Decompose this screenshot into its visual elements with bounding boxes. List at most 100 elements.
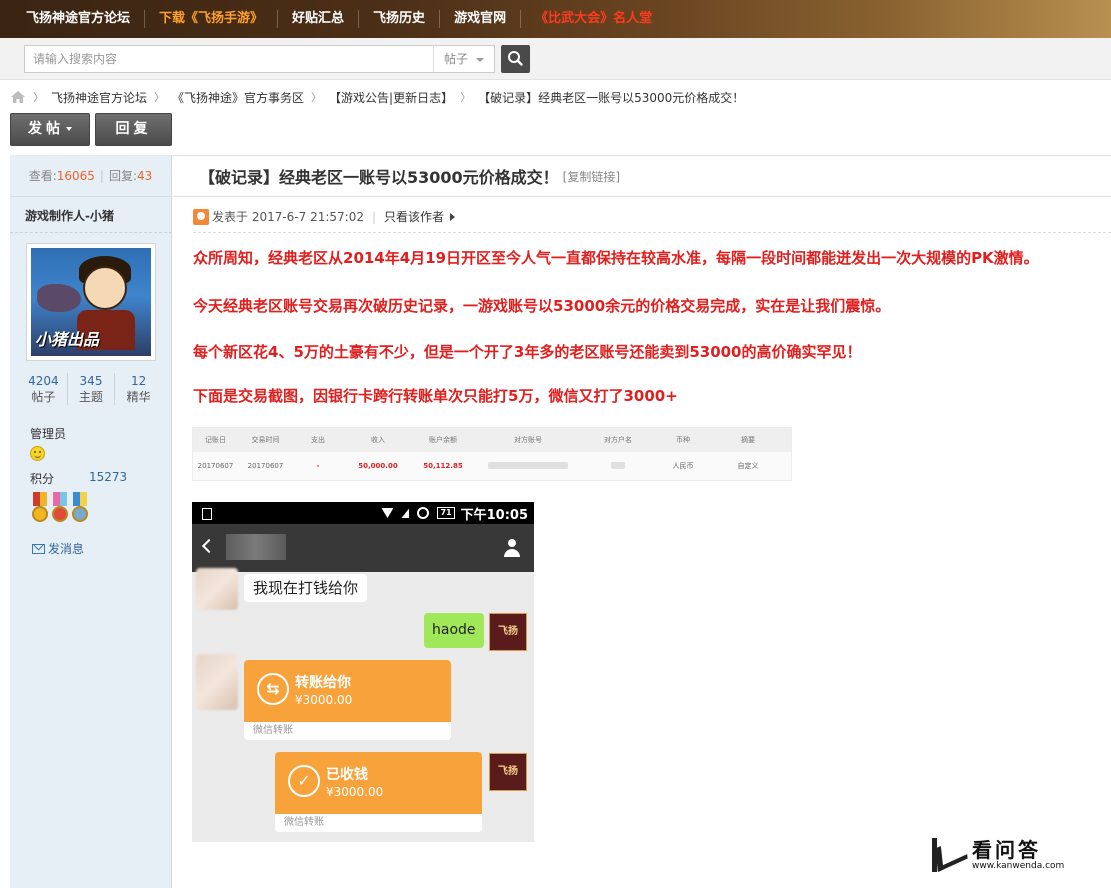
breadcrumb-forum[interactable]: 飞扬神途官方论坛 (51, 89, 147, 106)
breadcrumb-board[interactable]: 【游戏公告|更新日志】 (329, 89, 453, 106)
search-input[interactable]: 请输入搜索内容 (24, 45, 434, 73)
points-label: 积分 (30, 472, 55, 486)
transfer-card: ⇆ 转账给你 ¥3000.00 微信转账 (244, 660, 451, 740)
txn-header-cell: 对方户名 (604, 436, 632, 444)
person-icon (504, 539, 520, 557)
posts-count-cell[interactable]: 4204 帖子 (20, 373, 68, 405)
post-date: 发表于 2017-6-7 21:57:02 (212, 210, 364, 224)
txn-header-cell: 对方账号 (514, 436, 542, 444)
txn-cell: 50,112.85 (423, 462, 463, 470)
post-title-bar: 【破记录】经典老区一账号以53000元价格成交！ [复制链接] (173, 155, 1111, 197)
points-value: 15273 (89, 470, 128, 484)
txn-header-cell: 记账日 (205, 436, 226, 444)
avatar-weapon (37, 284, 81, 312)
transaction-header: 记账日 交易时间 支出 收入 账户余额 对方账号 对方户名 币种 摘要 (193, 428, 791, 452)
notification-icon (202, 508, 212, 520)
avatar[interactable]: 小猪出品 (26, 243, 156, 361)
transaction-row: 20170607 20170607 - 50,000.00 50,112.85 … (193, 452, 791, 480)
meta-divider: | (372, 209, 377, 224)
send-message-label: 发消息 (48, 542, 85, 556)
breadcrumb-separator: 〉 (311, 91, 323, 104)
post-paragraph: 下面是交易截图，因银行卡跨行转账单次只能打5万，微信又打了3000+ (193, 387, 678, 405)
topics-count-label: 主题 (79, 390, 104, 404)
watermark-text: 看问答 www.kanwenda.com (972, 839, 1064, 871)
envelope-icon (32, 543, 45, 554)
received-footer: 微信转账 (284, 817, 324, 828)
transfer-title: 转账给你 (295, 675, 351, 691)
game-avatar: 飞扬 (489, 613, 527, 651)
post-paragraph: 众所周知，经典老区从2014年4月19日开区至今人气一直都保持在较高水准，每隔一… (193, 249, 1039, 267)
breadcrumb-section[interactable]: 《飞扬神途》官方事务区 (172, 89, 304, 106)
author-name[interactable]: 游戏制作人-小猪 (25, 207, 114, 224)
copy-link-button[interactable]: [复制链接] (563, 168, 620, 185)
txn-cell: 人民币 (672, 462, 694, 470)
check-icon: ✓ (288, 765, 320, 797)
phone-time: 下午10:05 (460, 507, 528, 523)
medal-icon[interactable] (70, 492, 90, 526)
views-label: 查看: (28, 169, 57, 183)
watermark-title: 看问答 (972, 838, 1041, 862)
medal-icon[interactable] (50, 492, 70, 526)
search-type-select[interactable]: 帖子 (433, 45, 495, 73)
medal-icon[interactable] (30, 492, 50, 526)
transaction-record-image: 记账日 交易时间 支出 收入 账户余额 对方账号 对方户名 币种 摘要 2017… (192, 427, 792, 481)
author-sidebar: 查看: 16065 | 回复: 43 游戏制作人-小猪 小猪出品 4204 帖子… (10, 155, 172, 888)
watermark-logo-icon (928, 836, 964, 874)
txn-header-cell: 收入 (371, 436, 385, 444)
post-body: 【破记录】经典老区一账号以53000元价格成交！ [复制链接] 发表于 2017… (173, 155, 1111, 888)
nav-official-site[interactable]: 游戏官网 (440, 10, 522, 28)
search-button[interactable] (501, 45, 530, 73)
avatar-image: 小猪出品 (31, 248, 151, 356)
home-icon[interactable] (10, 90, 26, 104)
phone-status-bar: 71 下午10:05 (192, 502, 534, 524)
nav-download-mobile[interactable]: 下载《飞扬手游》 (145, 10, 279, 28)
medals (30, 492, 90, 526)
mute-icon (417, 507, 430, 519)
outgoing-message: haode (424, 613, 484, 648)
new-post-button[interactable]: 发帖 (10, 113, 90, 146)
digest-count-cell[interactable]: 12 精华 (115, 373, 162, 405)
posts-count-label: 帖子 (31, 390, 56, 404)
nav-history[interactable]: 飞扬历史 (359, 10, 441, 28)
wechat-screenshot: 71 下午10:05 我现在打钱给你 haode 飞扬 ⇆ 转账给你 ¥3000… (192, 502, 534, 842)
only-author-link[interactable]: 只看该作者 (384, 208, 444, 225)
breadcrumb-separator: 〉 (154, 91, 166, 104)
reply-button[interactable]: 回复 (95, 113, 172, 146)
author-counts: 4204 帖子 345 主题 12 精华 (20, 373, 162, 405)
received-card: ✓ 已收钱 ¥3000.00 微信转账 (275, 752, 482, 832)
post-paragraph: 每个新区花4、5万的土豪有不少，但是一个开了3年多的老区账号还能卖到53000的… (193, 343, 862, 361)
search-bar: 请输入搜索内容 帖子 (0, 38, 1111, 80)
nav-forum-home[interactable]: 飞扬神途官方论坛 (12, 10, 146, 28)
breadcrumb-separator: 〉 (460, 91, 472, 104)
back-icon (201, 538, 217, 554)
game-avatar: 飞扬 (489, 753, 527, 791)
play-arrow-icon (450, 212, 456, 221)
transfer-amount: ¥3000.00 (295, 693, 353, 707)
smiley-icon (30, 446, 45, 461)
transfer-footer: 微信转账 (253, 725, 293, 736)
nav-good-posts[interactable]: 好贴汇总 (278, 10, 360, 28)
nav-hall-of-fame[interactable]: 《比武大会》名人堂 (521, 10, 666, 28)
thread-stats: 查看: 16065 | 回复: 43 (10, 155, 171, 197)
txn-cell-redacted (583, 461, 653, 471)
breadcrumb-separator: 〉 (33, 91, 44, 104)
avatar-logo-text: 小猪出品 (35, 330, 100, 349)
txn-cell: - (316, 462, 320, 470)
digest-count: 12 (131, 374, 147, 388)
search-type-label: 帖子 (444, 52, 469, 66)
chevron-down-icon (476, 58, 484, 62)
txn-header-cell: 账户余额 (429, 436, 457, 444)
transfer-card-body: ⇆ 转账给你 ¥3000.00 (244, 660, 451, 722)
new-post-label: 发帖 (28, 121, 64, 137)
breadcrumb: 〉 飞扬神途官方论坛 〉 《飞扬神途》官方事务区 〉 【游戏公告|更新日志】 〉… (10, 88, 744, 106)
txn-cell: 20170607 (247, 462, 284, 470)
topics-count-cell[interactable]: 345 主题 (68, 373, 116, 405)
txn-header-cell: 交易时间 (251, 436, 280, 444)
txn-header-cell: 摘要 (741, 436, 755, 444)
user-role: 管理员 (30, 427, 67, 441)
views-count: 16065 (56, 168, 95, 183)
topics-count: 345 (79, 374, 103, 388)
send-message-link[interactable]: 发消息 (32, 540, 84, 557)
digest-count-label: 精华 (126, 390, 151, 404)
posts-count: 4204 (28, 374, 59, 388)
